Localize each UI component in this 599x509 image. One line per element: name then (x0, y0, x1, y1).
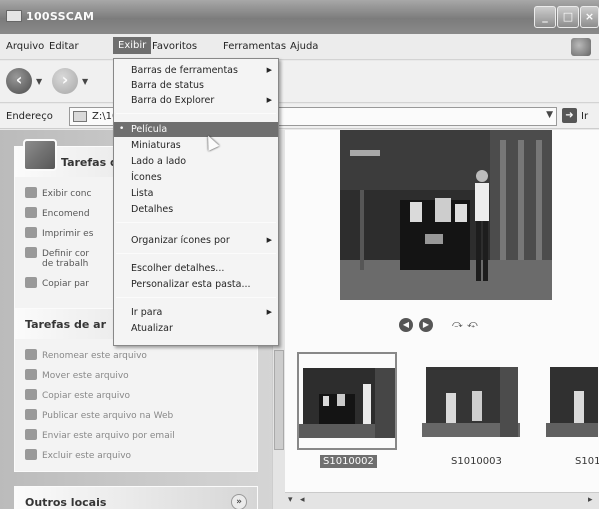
copy-icon (25, 389, 37, 400)
forward-dropdown-icon[interactable]: ▼ (82, 77, 88, 86)
submenu-arrow-icon: ▶ (266, 236, 272, 244)
scroll-left-icon[interactable]: ◂ (300, 495, 305, 505)
task-publish-web[interactable]: Publicar este arquivo na Web (25, 409, 173, 421)
menu-ajuda[interactable]: Ajuda (290, 41, 318, 52)
menu-arrange-icons[interactable]: Organizar ícones por ▶ (114, 233, 278, 248)
menu-arquivo[interactable]: Arquivo (6, 41, 44, 52)
explorer-window: 100SSCAM _ □ × Arquivo Editar Exibir Fav… (0, 0, 599, 509)
menu-separator (116, 113, 276, 114)
toolbar: ‹ ▼ › ▼ (0, 61, 599, 103)
task-order-prints[interactable]: Encomend (25, 207, 90, 219)
menu-customize-folder[interactable]: Personalizar esta pasta... (114, 277, 278, 292)
thumbnail-2[interactable] (421, 352, 521, 450)
globe-icon (25, 409, 37, 420)
thumbnail-2-label[interactable]: S1010003 (448, 455, 505, 468)
menu-exibir[interactable]: Exibir (113, 37, 152, 54)
horizontal-scrollbar[interactable]: ▾ ◂ ▸ (285, 492, 599, 509)
email-icon (25, 429, 37, 440)
delete-x-icon (25, 449, 37, 460)
menu-separator (116, 253, 276, 254)
thumbnail-image (546, 353, 598, 449)
other-places-header[interactable]: Outros locais » (15, 487, 257, 509)
forward-arrow-icon[interactable]: › (52, 68, 78, 94)
back-dropdown-icon[interactable]: ▼ (36, 77, 42, 86)
task-copy-cd[interactable]: Copiar par (25, 277, 89, 289)
task-print[interactable]: Imprimir es (25, 227, 93, 239)
menu-separator (116, 222, 276, 223)
task-set-desktop-cont[interactable]: de trabalh (42, 259, 88, 269)
drive-icon (73, 111, 87, 122)
menu-separator (116, 297, 276, 298)
picture-tasks-icon (23, 139, 57, 171)
expand-chevron-icon[interactable]: » (231, 494, 247, 509)
menu-tiles[interactable]: Lado a lado (114, 154, 278, 169)
submenu-arrow-icon: ▶ (266, 308, 272, 316)
task-move[interactable]: Mover este arquivo (25, 369, 129, 381)
menu-editar[interactable]: Editar (49, 41, 79, 52)
menu-bar: Arquivo Editar Exibir Favoritos Ferramen… (0, 34, 599, 60)
go-button-label[interactable]: Ir (581, 111, 588, 122)
printer-icon (25, 227, 37, 238)
slideshow-icon (25, 187, 37, 198)
desktop-icon (25, 247, 37, 258)
menu-details[interactable]: Detalhes (114, 202, 278, 217)
windows-logo-icon (571, 38, 591, 56)
address-label: Endereço (6, 111, 53, 122)
rotate-counterclockwise-icon[interactable]: ⤽ (467, 319, 478, 330)
scrollbar-thumb[interactable] (274, 350, 284, 450)
image-preview (340, 130, 552, 300)
task-copy[interactable]: Copiar este arquivo (25, 389, 130, 401)
order-icon (25, 207, 37, 218)
rename-icon (25, 349, 37, 360)
menu-status-bar[interactable]: Barra de status (114, 78, 278, 93)
task-set-desktop[interactable]: Definir cor (25, 247, 89, 259)
radio-bullet-icon: • (119, 124, 125, 134)
menu-go-to[interactable]: Ir para ▶ (114, 305, 278, 320)
window-title: 100SSCAM (26, 10, 95, 23)
menu-icons[interactable]: Ícones (114, 170, 278, 185)
menu-list[interactable]: Lista (114, 186, 278, 201)
task-view-slideshow[interactable]: Exibir conc (25, 187, 91, 199)
menu-toolbars[interactable]: Barras de ferramentas ▶ (114, 63, 278, 78)
submenu-arrow-icon: ▶ (266, 96, 272, 104)
menu-explorer-bar[interactable]: Barra do Explorer ▶ (114, 93, 278, 108)
menu-ferramentas[interactable]: Ferramentas (223, 41, 286, 52)
move-icon (25, 369, 37, 380)
thumbnail-image (299, 354, 395, 448)
go-arrow-icon[interactable]: ➜ (562, 108, 577, 123)
scroll-down-icon[interactable]: ▾ (288, 495, 293, 505)
previous-image-icon[interactable]: ◀ (399, 318, 413, 332)
thumbnail-3[interactable] (545, 352, 599, 450)
minimize-button[interactable]: _ (534, 6, 556, 28)
menu-filmstrip[interactable]: • Película (114, 122, 278, 137)
task-rename[interactable]: Renomear este arquivo (25, 349, 147, 361)
folder-icon (6, 10, 22, 22)
thumbnail-1-label[interactable]: S1010002 (320, 455, 377, 468)
thumbnail-image (422, 353, 520, 449)
picture-tasks-title: Tarefas d (61, 156, 118, 169)
menu-favoritos[interactable]: Favoritos (152, 41, 197, 52)
menu-refresh[interactable]: Atualizar (114, 321, 278, 336)
view-menu-dropdown: Barras de ferramentas ▶ Barra de status B… (113, 58, 279, 346)
task-email[interactable]: Enviar este arquivo por email (25, 429, 175, 441)
task-delete[interactable]: Excluir este arquivo (25, 449, 131, 461)
scroll-right-icon[interactable]: ▸ (588, 495, 593, 505)
file-tasks-title: Tarefas de ar (25, 318, 106, 331)
title-bar[interactable]: 100SSCAM _ □ × (0, 0, 599, 34)
maximize-button[interactable]: □ (557, 6, 579, 28)
thumbnail-3-label[interactable]: S101 (572, 455, 599, 468)
thumbnail-1[interactable] (297, 352, 397, 450)
address-bar: Endereço Z:\10 ▼ ➜ Ir (0, 104, 599, 129)
rotate-clockwise-icon[interactable]: ⤼ (452, 319, 463, 330)
back-arrow-icon[interactable]: ‹ (6, 68, 32, 94)
other-places-title: Outros locais (25, 496, 107, 509)
menu-thumbnails[interactable]: Miniaturas (114, 138, 278, 153)
submenu-arrow-icon: ▶ (266, 66, 272, 74)
cd-icon (25, 277, 37, 288)
other-places-panel: Outros locais » (14, 486, 258, 509)
close-button[interactable]: × (580, 6, 599, 28)
menu-choose-details[interactable]: Escolher detalhes... (114, 261, 278, 276)
next-image-icon[interactable]: ▶ (419, 318, 433, 332)
address-dropdown-icon[interactable]: ▼ (546, 110, 553, 120)
